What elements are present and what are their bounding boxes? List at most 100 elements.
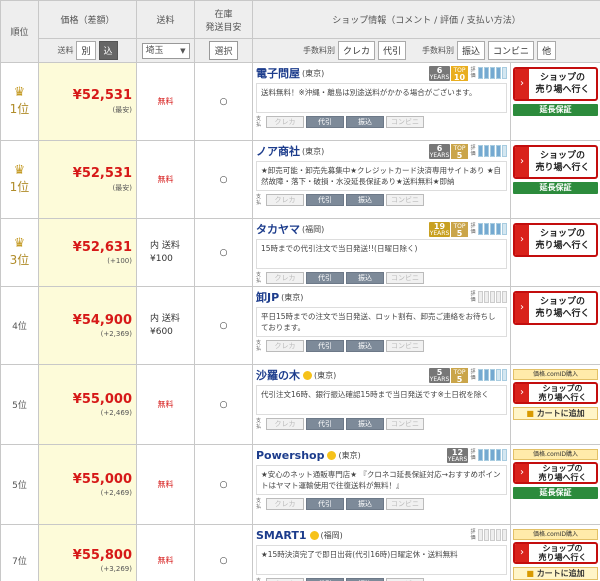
shop-comment: 代引注文16時、銀行振込確認15時まで当日発送です※土日祝を除く: [256, 385, 507, 415]
shop-comment: 15時までの代引注文で当日発送!!(日曜日除く): [256, 239, 507, 269]
shop-name-link[interactable]: タカヤマ: [256, 221, 300, 237]
shop-name-link[interactable]: Powershop: [256, 449, 324, 462]
id-purchase-badge: 価格.comID購入: [513, 449, 599, 460]
price-diff: (+3,269): [100, 565, 132, 573]
stock-mark: ○: [219, 399, 228, 410]
cart-label: カートに追加: [536, 569, 585, 578]
header-price[interactable]: 価格（差額）: [38, 0, 137, 39]
top-badge: TOP 10: [451, 65, 468, 81]
go-line2: 売り場へ行く: [535, 85, 590, 95]
top-badge: TOP 5: [451, 221, 468, 237]
rank-cell: ♛ 3位: [0, 218, 39, 287]
rating-bar: [490, 291, 495, 303]
pay-method-badge: 代引: [306, 498, 344, 510]
pay-label: 支払: [256, 116, 262, 128]
shop-badges: 5 YEARS TOP 5 評価: [429, 367, 507, 383]
rank-value: 3位: [9, 253, 30, 267]
rank-cell: 5位: [0, 444, 39, 525]
shop-name-link[interactable]: SMART1: [256, 529, 307, 542]
shop-cell: 卸JP (東京) 評価 平日15時までの注文で当日発送、ロット割有、卸売ご連絡をお待…: [252, 286, 511, 365]
shop-badges: 評価: [469, 529, 507, 541]
extended-warranty-button[interactable]: 延長保証: [513, 104, 599, 116]
price-value: ¥52,531: [72, 166, 132, 181]
go-line2: 売り場へ行く: [535, 241, 590, 251]
action-cell: 価格.comID購入 › ショップの 売り場へ行く ■ カートに追加: [509, 524, 600, 581]
rating-bar: [502, 145, 507, 157]
rating-bar: [490, 369, 495, 381]
pay-method-badge: 代引: [306, 418, 344, 430]
shop-rows: ♛ 1位 ¥52,531 (最安) 無料 ○ 電子問屋 (東京) 6 YEARS TOP 10…: [0, 62, 600, 581]
shop-name-link[interactable]: ノア商社: [256, 143, 300, 159]
go-line2: 売り場へ行く: [535, 163, 590, 173]
arrow-right-icon: ›: [515, 384, 529, 402]
smile-icon: [309, 530, 319, 540]
price-cell: ¥55,000 (+2,469): [38, 444, 137, 525]
arrow-right-icon: ›: [515, 147, 529, 177]
shop-name-link[interactable]: 沙羅の木: [256, 367, 300, 383]
shop-name-link[interactable]: 電子問屋: [256, 65, 300, 81]
tab-other[interactable]: 他: [537, 41, 557, 60]
stock-cell: ○: [194, 140, 253, 219]
go-to-shop-button[interactable]: › ショップの 売り場へ行く: [513, 542, 599, 564]
arrow-right-icon: ›: [515, 69, 529, 99]
stock-mark: ○: [219, 479, 228, 490]
select-button[interactable]: 選択: [209, 41, 238, 60]
shipping-sub-label: 送料: [57, 46, 74, 55]
rating-bar: [496, 67, 501, 79]
shop-name-link[interactable]: 卸JP: [256, 289, 279, 305]
shipping-free: 無料: [157, 480, 174, 489]
header-stock: 在庫 発送目安: [194, 0, 253, 39]
go-to-shop-button[interactable]: › ショップの 売り場へ行く: [513, 462, 599, 484]
header-shipping: 送料: [136, 0, 195, 39]
arrow-right-icon: ›: [515, 225, 529, 255]
arrow-right-icon: ›: [515, 464, 529, 482]
pay-method-badge: 代引: [306, 194, 344, 206]
years-badge: 5 YEARS: [429, 367, 450, 383]
cart-label: カートに追加: [536, 409, 585, 418]
price-value: ¥52,631: [72, 240, 132, 255]
rating-bar: [478, 67, 483, 79]
payment-methods: 支払クレカ代引振込コンビニ: [256, 498, 507, 510]
action-cell: 価格.comID購入 › ショップの 売り場へ行く 延長保証: [509, 444, 600, 525]
rating-bar: [496, 291, 501, 303]
tab-cod[interactable]: 代引: [378, 41, 407, 60]
extended-warranty-button[interactable]: 延長保証: [513, 487, 599, 499]
rating-bar: [490, 145, 495, 157]
rank-cell: ♛ 1位: [0, 140, 39, 219]
rank-value: 4位: [12, 322, 27, 332]
go-to-shop-button[interactable]: › ショップの 売り場へ行く: [513, 291, 599, 325]
price-cell: ¥52,631 (+100): [38, 218, 137, 287]
shipping-cell: 無料: [136, 62, 195, 141]
tab-convenience[interactable]: コンビニ: [488, 41, 535, 60]
shop-cell: 電子問屋 (東京) 6 YEARS TOP 10 評価 送料無料！※沖縄・離島は別途送料がか…: [252, 62, 511, 141]
extended-warranty-button[interactable]: 延長保証: [513, 182, 599, 194]
stock-cell: ○: [194, 62, 253, 141]
go-to-shop-button[interactable]: › ショップの 売り場へ行く: [513, 382, 599, 404]
action-cell: 価格.comID購入 › ショップの 売り場へ行く ■ カートに追加: [509, 364, 600, 445]
go-line1: ショップの: [542, 544, 583, 553]
pay-label: 支払: [256, 418, 262, 430]
table-row: ♛ 1位 ¥52,531 (最安) 無料 ○ ノア商社 (東京) 6 YEARS TOP 5 評…: [0, 140, 600, 219]
add-to-cart-button[interactable]: ■ カートに追加: [513, 567, 599, 580]
go-to-shop-button[interactable]: › ショップの 売り場へ行く: [513, 223, 599, 257]
shipping-free: 無料: [157, 97, 174, 106]
tab-transfer[interactable]: 振込: [457, 41, 486, 60]
shipping-free: 無料: [157, 400, 174, 409]
shop-cell: 沙羅の木 (東京) 5 YEARS TOP 5 評価 代引注文16時、銀行振込確認15時まで…: [252, 364, 511, 445]
go-to-shop-button[interactable]: › ショップの 売り場へ行く: [513, 67, 599, 101]
add-to-cart-button[interactable]: ■ カートに追加: [513, 407, 599, 420]
prefecture-select[interactable]: 埼玉 ▼: [141, 42, 190, 59]
tab-credit[interactable]: クレカ: [338, 41, 376, 60]
shipping-cell: 無料: [136, 524, 195, 581]
years-badge: 19 YEARS: [429, 221, 450, 237]
toggle-shipping-separate[interactable]: 別: [76, 41, 96, 60]
pay-method-badge: コンビニ: [386, 194, 424, 206]
go-to-shop-button[interactable]: › ショップの 売り場へ行く: [513, 145, 599, 179]
crown-icon: ♛: [13, 163, 26, 178]
eval-label: 評価: [470, 369, 476, 381]
go-line1: ショップの: [542, 464, 583, 473]
shipping-toggle-cell: 送料 別込: [38, 38, 137, 63]
rank-cell: ♛ 1位: [0, 62, 39, 141]
toggle-shipping-included[interactable]: 込: [98, 41, 118, 60]
years-badge: 12 YEARS: [447, 447, 468, 463]
